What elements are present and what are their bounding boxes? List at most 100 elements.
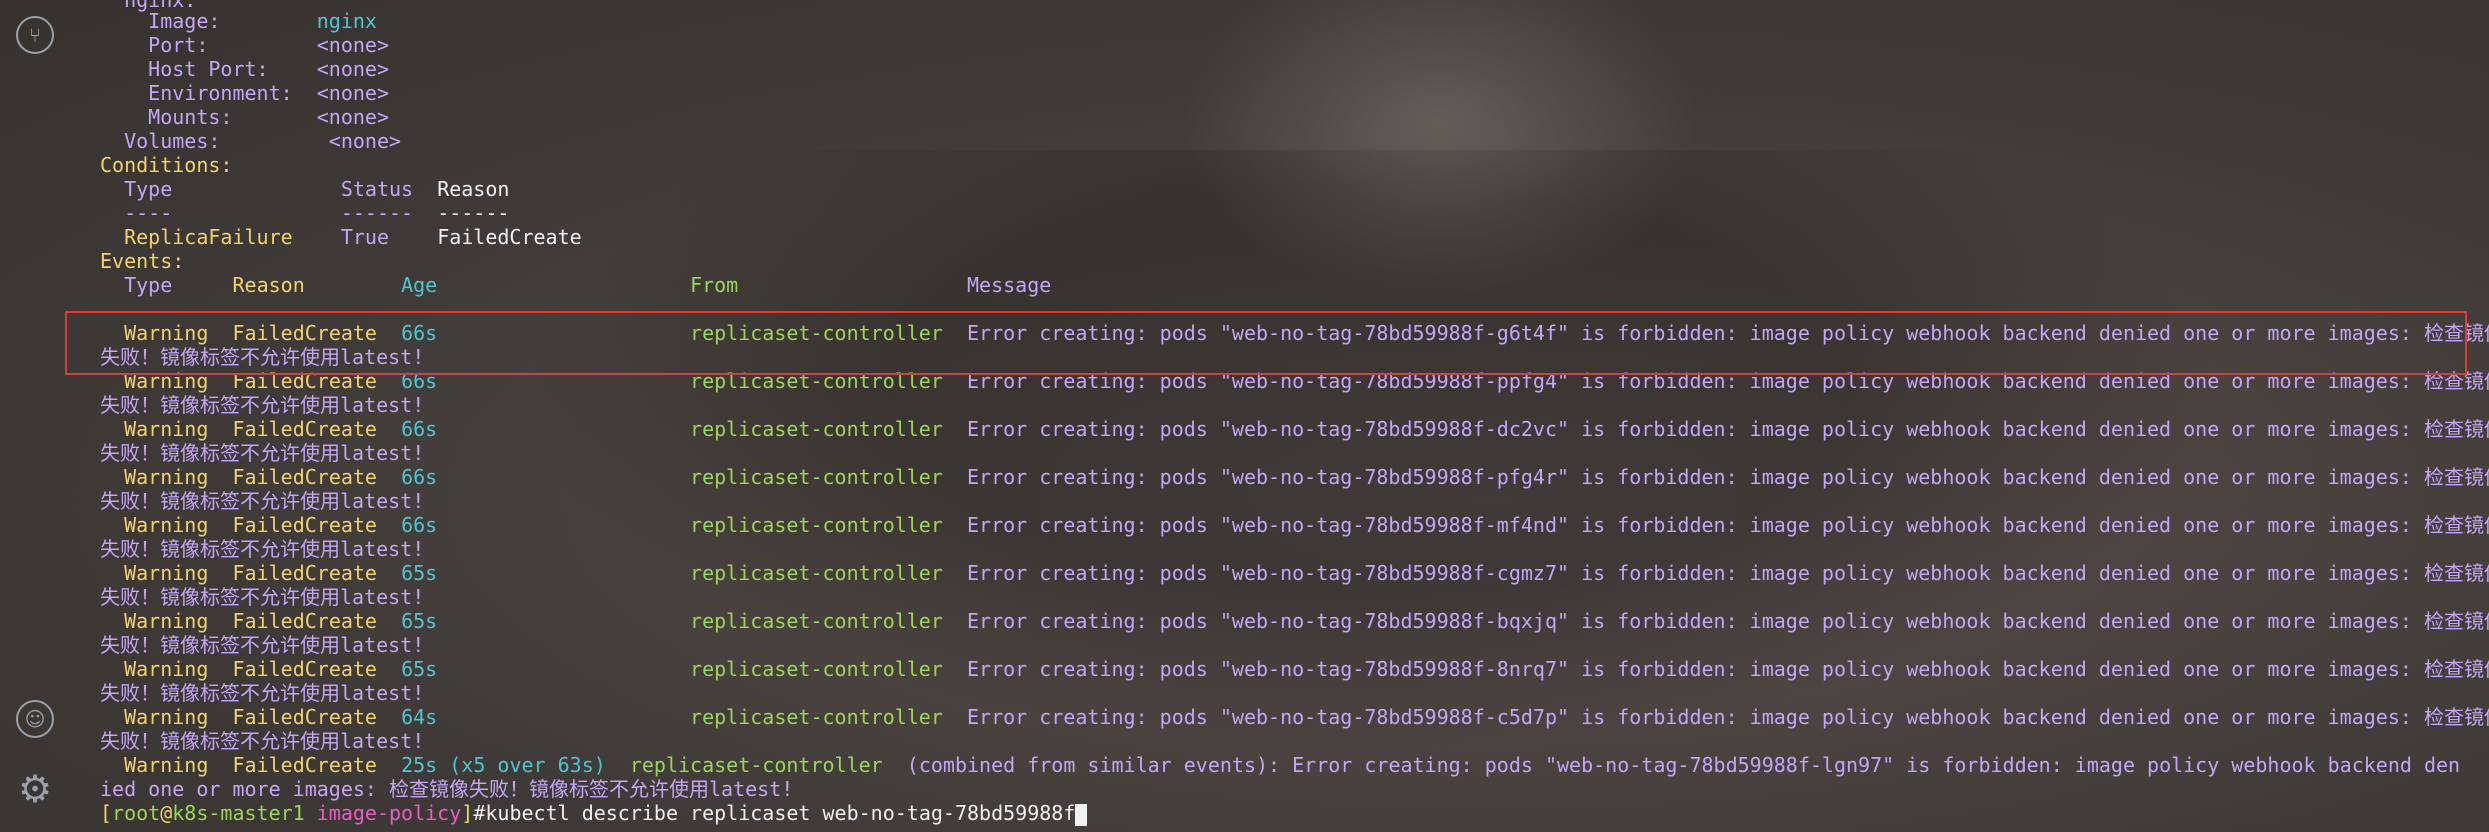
event-row-continuation: 失败！镜像标签不允许使用latest! [100, 729, 424, 753]
events-col-message: Message [967, 273, 1052, 297]
environment-line: Environment: <none> [100, 81, 389, 105]
event-from: replicaset-controller [629, 753, 883, 777]
event-row: Warning FailedCreate 25s (x5 over 63s) re… [100, 753, 2460, 777]
port-line: Port: <none> [100, 33, 389, 57]
conditions-col-reason: Reason [437, 177, 510, 201]
event-message-cont: 失败！镜像标签不允许使用latest! [100, 633, 425, 657]
event-message-cont: 失败！镜像标签不允许使用latest! [100, 489, 425, 513]
event-age: 25s (x5 over 63s) [401, 753, 606, 777]
event-row: Warning FailedCreate 65s replicaset-contr… [100, 561, 2489, 585]
event-message: Error creating: pods "web-no-tag-78bd599… [967, 513, 2489, 537]
conditions-sep-status: ------ [340, 201, 414, 225]
port-value: <none> [316, 33, 390, 57]
event-row-continuation: 失败！镜像标签不允许使用latest! [100, 393, 424, 417]
events-header-line: Type Reason Age From Message [100, 273, 1051, 297]
event-row: Warning FailedCreate 65s replicaset-contr… [100, 609, 2489, 633]
prompt-open-bracket: [ [100, 801, 113, 825]
gear-icon[interactable]: ⚙ [16, 767, 54, 811]
event-reason: FailedCreate [232, 513, 377, 537]
event-message-cont: 失败！镜像标签不允许使用latest! [100, 441, 425, 465]
event-row-continuation: 失败！镜像标签不允许使用latest! [100, 441, 424, 465]
conditions-sep-type: ---- [124, 201, 173, 225]
event-type: Warning [124, 417, 209, 441]
conditions-col-status: Status [340, 177, 414, 201]
terminal-output[interactable]: nginx: Image: nginx Port: <none> Host Po… [100, 0, 2489, 832]
event-row-continuation: 失败！镜像标签不允许使用latest! [100, 537, 424, 561]
image-label: Image: [148, 9, 221, 33]
event-message: Error creating: pods "web-no-tag-78bd599… [967, 417, 2489, 441]
event-message-cont: 失败！镜像标签不允许使用latest! [100, 585, 425, 609]
events-col-type: Type [124, 273, 173, 297]
event-age: 66s [401, 417, 438, 441]
event-type: Warning [124, 657, 209, 681]
image-value: nginx [316, 9, 377, 33]
git-branch-icon[interactable]: ⑂ [16, 16, 54, 54]
image-line: Image: nginx [100, 9, 377, 33]
prompt-close-bracket: ] [461, 801, 474, 825]
events-col-reason: Reason [232, 273, 305, 297]
prompt-command[interactable]: kubectl describe replicaset web-no-tag-7… [485, 801, 1075, 825]
prompt-at: @ [160, 801, 173, 825]
host-port-value: <none> [316, 57, 390, 81]
event-from: replicaset-controller [690, 417, 943, 441]
user-icon[interactable]: ☺ [16, 700, 54, 738]
event-message-cont: 失败！镜像标签不允许使用latest! [100, 537, 425, 561]
event-row: Warning FailedCreate 66s replicaset-contr… [100, 465, 2489, 489]
event-type: Warning [124, 513, 209, 537]
event-from: replicaset-controller [690, 609, 943, 633]
event-message-cont: ied one or more images: 检查镜像失败！镜像标签不允许使用… [100, 777, 794, 801]
conditions-heading-line: Conditions: [100, 153, 232, 177]
conditions-header-line: Type Status Reason [100, 177, 509, 201]
prompt-dir: image-policy [316, 801, 462, 825]
event-message: Error creating: pods "web-no-tag-78bd599… [967, 465, 2489, 489]
highlight-box [65, 311, 2467, 375]
event-type: Warning [124, 561, 209, 585]
event-from: replicaset-controller [690, 657, 943, 681]
event-age: 64s [401, 705, 438, 729]
event-age: 65s [401, 561, 438, 585]
environment-value: <none> [316, 81, 390, 105]
prompt-host: k8s-master1 [172, 801, 305, 825]
prompt-line[interactable]: [root@k8s-master1 image-policy]#kubectl … [100, 801, 1088, 826]
volumes-value: <none> [328, 129, 402, 153]
event-message: Error creating: pods "web-no-tag-78bd599… [967, 609, 2489, 633]
event-message-cont: 失败！镜像标签不允许使用latest! [100, 393, 425, 417]
mounts-value: <none> [316, 105, 390, 129]
events-col-age: Age [401, 273, 438, 297]
event-row: Warning FailedCreate 64s replicaset-contr… [100, 705, 2489, 729]
event-age: 65s [401, 609, 438, 633]
port-label: Port: [148, 33, 209, 57]
event-reason: FailedCreate [232, 417, 377, 441]
event-message: (combined from similar events): Error cr… [906, 753, 2461, 777]
mounts-label: Mounts: [148, 105, 233, 129]
volumes-line: Volumes: <none> [100, 129, 401, 153]
event-row-continuation: ied one or more images: 检查镜像失败！镜像标签不允许使用… [100, 777, 793, 801]
conditions-sep-line: ---- ------ ------ [100, 201, 509, 225]
events-heading-line: Events: [100, 249, 184, 273]
event-type: Warning [124, 705, 209, 729]
conditions-row-type: ReplicaFailure [124, 225, 293, 249]
event-type: Warning [124, 753, 209, 777]
events-col-from: From [690, 273, 739, 297]
conditions-row-reason: FailedCreate [437, 225, 582, 249]
host-port-line: Host Port: <none> [100, 57, 389, 81]
event-reason: FailedCreate [232, 657, 377, 681]
event-age: 66s [401, 513, 438, 537]
event-message: Error creating: pods "web-no-tag-78bd599… [967, 705, 2489, 729]
terminal-cursor [1075, 803, 1088, 826]
mounts-line: Mounts: <none> [100, 105, 389, 129]
event-age: 66s [401, 465, 438, 489]
conditions-col-type: Type [124, 177, 173, 201]
event-row: Warning FailedCreate 66s replicaset-contr… [100, 513, 2489, 537]
event-from: replicaset-controller [690, 705, 943, 729]
volumes-label: Volumes: [124, 129, 221, 153]
event-row: Warning FailedCreate 66s replicaset-contr… [100, 417, 2489, 441]
event-row-continuation: 失败！镜像标签不允许使用latest! [100, 585, 424, 609]
environment-label: Environment: [148, 81, 293, 105]
event-reason: FailedCreate [232, 561, 377, 585]
event-type: Warning [124, 465, 209, 489]
conditions-sep-reason: ------ [437, 201, 510, 225]
host-port-label: Host Port: [148, 57, 269, 81]
event-reason: FailedCreate [232, 705, 377, 729]
event-row-continuation: 失败！镜像标签不允许使用latest! [100, 489, 424, 513]
